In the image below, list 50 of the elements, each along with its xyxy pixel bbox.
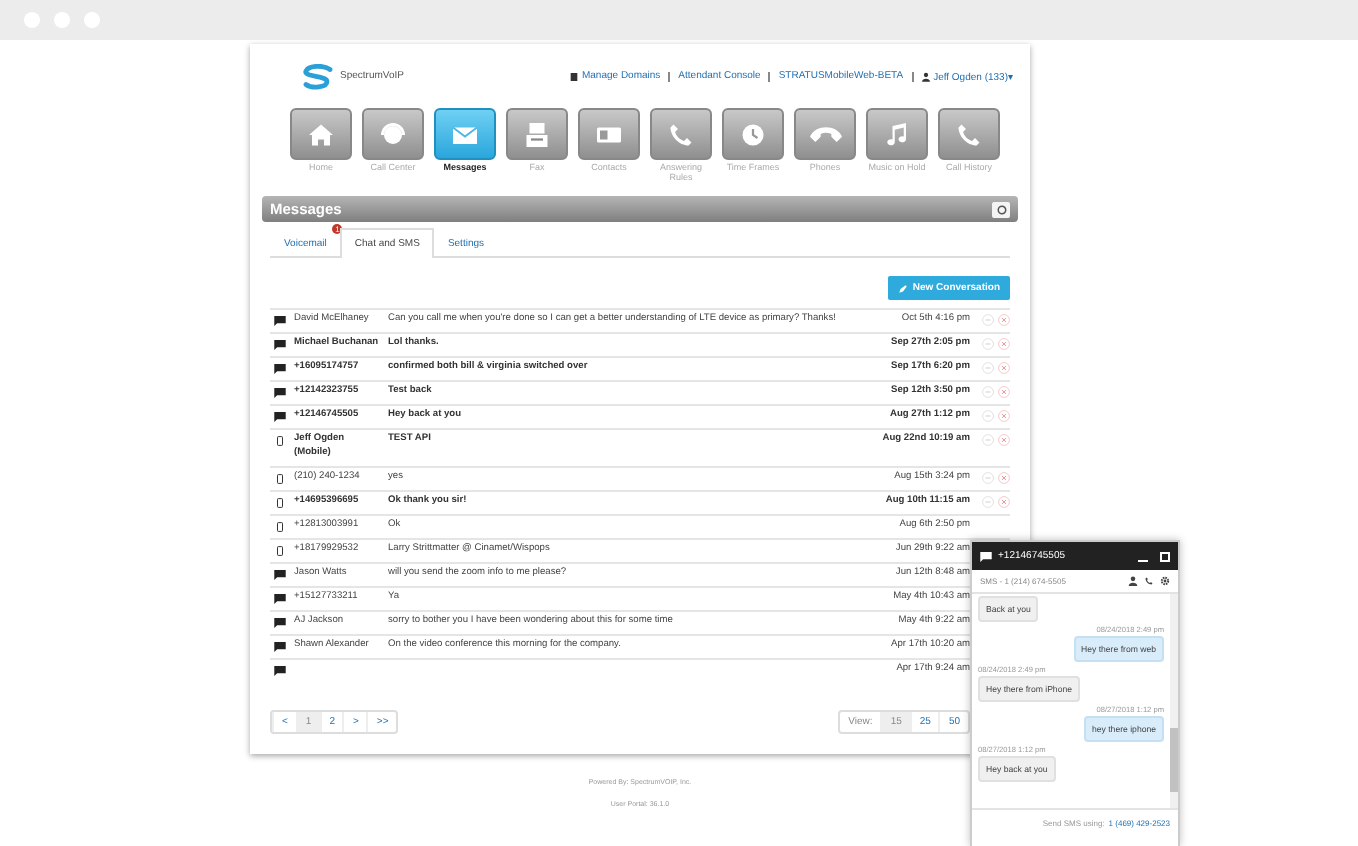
delete-icon[interactable] — [998, 338, 1010, 350]
minus-circle-icon[interactable] — [982, 495, 994, 508]
headset-icon — [378, 119, 408, 149]
chat-bubble-icon — [274, 340, 286, 350]
mobile-phone-icon — [274, 545, 286, 556]
delete-icon[interactable] — [998, 495, 1010, 508]
chat-bubble-icon — [274, 412, 286, 422]
minus-circle-icon[interactable] — [982, 362, 994, 374]
delete-icon[interactable] — [998, 410, 1010, 422]
fax-icon — [522, 119, 552, 149]
chat-bubble-icon — [274, 617, 286, 628]
home-icon — [306, 119, 336, 149]
minus-circle-icon[interactable] — [982, 410, 994, 422]
clock-icon — [738, 119, 768, 149]
minus-circle-icon[interactable] — [982, 338, 994, 350]
chat-bubble-icon — [274, 364, 286, 374]
chat-bubble-icon — [274, 665, 286, 676]
user-icon[interactable] — [1128, 576, 1138, 586]
refresh-icon — [995, 203, 1007, 215]
chat-bubble-icon — [274, 569, 286, 580]
delete-icon[interactable] — [998, 471, 1010, 484]
phone-icon — [954, 119, 984, 149]
user-icon — [921, 71, 930, 81]
handset-icon — [809, 126, 841, 142]
mobile-phone-icon — [274, 497, 286, 508]
chat-bubble-icon — [274, 316, 286, 326]
mobile-phone-icon — [274, 521, 286, 532]
phone-icon[interactable] — [1144, 576, 1154, 586]
chat-bubble-icon — [980, 551, 992, 561]
chat-bubble-icon — [274, 388, 286, 398]
minus-circle-icon[interactable] — [982, 471, 994, 484]
settings-icon[interactable] — [1160, 576, 1170, 586]
maximize-button[interactable] — [1160, 551, 1170, 561]
minus-circle-icon[interactable] — [982, 386, 994, 398]
pencil-icon — [898, 283, 909, 293]
delete-icon[interactable] — [998, 434, 1010, 446]
minus-circle-icon[interactable] — [982, 314, 994, 326]
logo-icon — [300, 63, 336, 89]
delete-icon[interactable] — [998, 362, 1010, 374]
refresh-button[interactable] — [992, 201, 1010, 217]
mobile-phone-icon — [274, 436, 286, 446]
delete-icon[interactable] — [998, 386, 1010, 398]
chat-bubble-icon — [274, 593, 286, 604]
delete-icon[interactable] — [998, 314, 1010, 326]
phone-icon — [666, 119, 696, 149]
note-icon — [882, 119, 912, 149]
building-icon — [569, 71, 578, 81]
mobile-phone-icon — [274, 473, 286, 484]
minus-circle-icon[interactable] — [982, 434, 994, 446]
chat-bubble-icon — [274, 641, 286, 652]
